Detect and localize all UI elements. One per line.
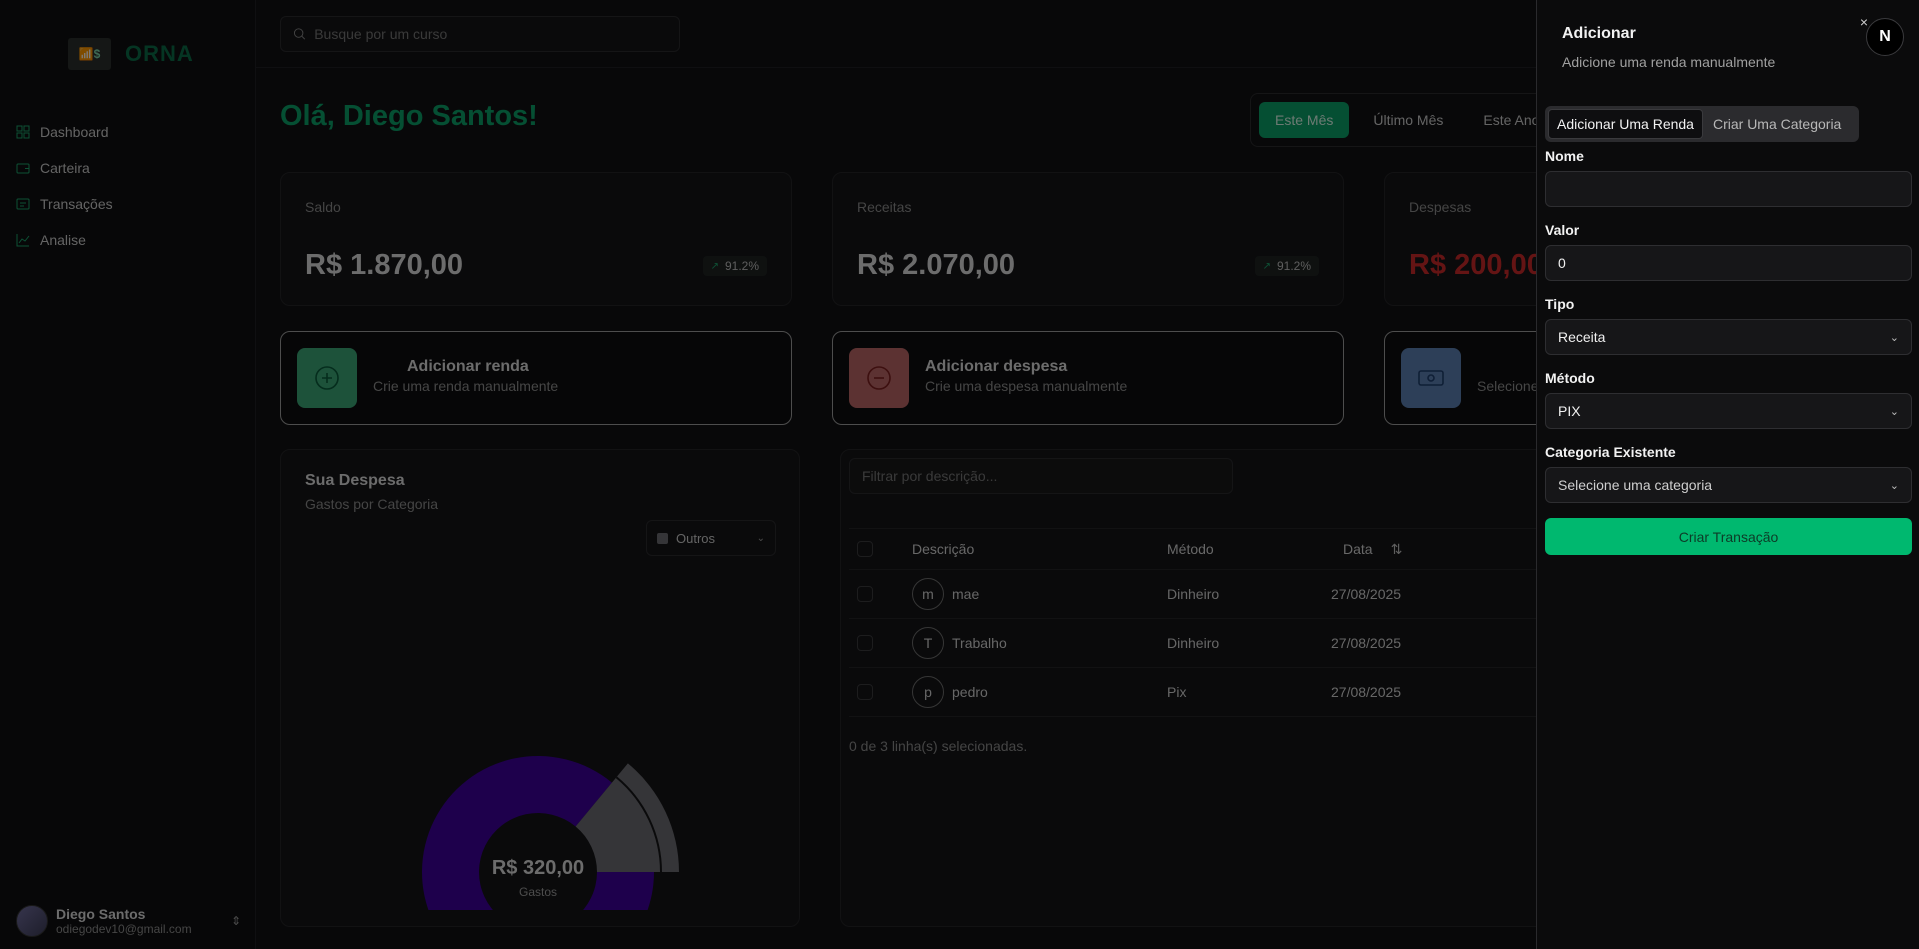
name-field[interactable] [1545, 171, 1912, 207]
create-transaction-button[interactable]: Criar Transação [1545, 518, 1912, 555]
category-select-placeholder: Selecione uma categoria [1558, 477, 1713, 493]
type-label: Tipo [1545, 296, 1575, 312]
chevron-down-icon: ⌄ [1889, 331, 1899, 344]
sheet-tabs: Adicionar Uma Renda Criar Uma Categoria [1545, 106, 1859, 142]
value-field-text: 0 [1558, 255, 1566, 271]
chevron-down-icon: ⌄ [1889, 479, 1899, 492]
method-select[interactable]: PIX ⌄ [1545, 393, 1912, 429]
close-icon[interactable]: × [1857, 15, 1871, 29]
tab-add-income[interactable]: Adicionar Uma Renda [1548, 109, 1703, 139]
category-select[interactable]: Selecione uma categoria ⌄ [1545, 467, 1912, 503]
add-transaction-sheet: Adicionar Adicione uma renda manualmente… [1536, 0, 1919, 949]
sheet-title: Adicionar [1562, 25, 1636, 42]
method-label: Método [1545, 370, 1595, 386]
name-label: Nome [1545, 148, 1584, 164]
category-label: Categoria Existente [1545, 444, 1676, 460]
n-avatar[interactable]: N [1866, 18, 1904, 56]
tab-create-category[interactable]: Criar Uma Categoria [1705, 109, 1849, 139]
type-select[interactable]: Receita ⌄ [1545, 319, 1912, 355]
method-select-value: PIX [1558, 403, 1581, 419]
sheet-subtitle: Adicione uma renda manualmente [1562, 54, 1776, 70]
value-field[interactable]: 0 [1545, 245, 1912, 281]
chevron-down-icon: ⌄ [1889, 405, 1899, 418]
type-select-value: Receita [1558, 329, 1606, 345]
value-label: Valor [1545, 222, 1580, 238]
